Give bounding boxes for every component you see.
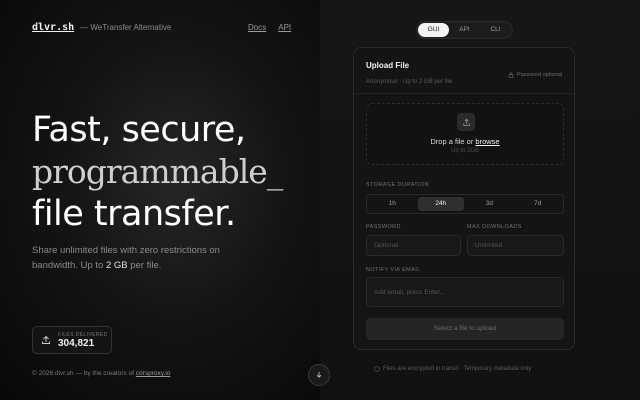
upload-title: Upload File (366, 61, 410, 70)
notify-email-label: NOTIFY VIA EMAIL (366, 267, 421, 273)
upload-arrow-icon (42, 335, 50, 344)
password-input[interactable] (366, 235, 461, 256)
nav-docs-link[interactable]: Docs (248, 23, 266, 32)
stat-label: FILES DELIVERED (58, 331, 108, 338)
tab-gui[interactable]: GUI (418, 23, 449, 37)
brand-logo[interactable]: dlvr.sh (32, 22, 74, 33)
drop-limit: Up to 2GB (450, 148, 479, 154)
footer-text: © 2026 dlvr.sh — by the creators of (32, 370, 136, 377)
hero-line-1: Fast, secure, (32, 110, 246, 150)
password-optional-note: Password optional (508, 72, 562, 78)
password-optional-text: Password optional (517, 72, 562, 78)
duration-3d[interactable]: 3d (466, 197, 513, 211)
hero-cursor: _ (266, 152, 283, 191)
upload-submit-button[interactable]: Select a file to upload (366, 318, 564, 340)
subtitle-suffix: per file. (127, 260, 162, 271)
drop-text: Drop a file or browse (367, 137, 563, 146)
scroll-down-button[interactable] (308, 364, 330, 386)
hero-heading: Fast, secure, programmable_ file transfe… (32, 108, 283, 236)
mode-tabs: GUI API CLI (416, 21, 513, 39)
upload-icon-box (457, 113, 475, 131)
hero-line-2-text: programmable (32, 152, 268, 191)
max-downloads-label: MAX DOWNLOADS (467, 224, 522, 230)
drop-prefix: Drop a file or (430, 137, 476, 146)
hero-subtitle: Share unlimited files with zero restrict… (32, 243, 262, 273)
browse-link[interactable]: browse (475, 137, 499, 146)
subtitle-highlight: 2 GB (105, 260, 128, 271)
shield-icon (374, 366, 380, 372)
upload-meta: Anonymous · Up to 2 GB per file (366, 79, 453, 85)
storage-duration-label: STORAGE DURATION (366, 182, 430, 188)
upload-icon (462, 118, 470, 126)
duration-24h[interactable]: 24h (417, 197, 464, 211)
chevron-down-icon (316, 372, 322, 378)
footer-link[interactable]: corsproxy.io (136, 370, 171, 377)
security-note-text: Files are encrypted in transit · Tempora… (383, 366, 532, 372)
hero-line-3: file transfer. (32, 194, 236, 234)
hero-panel: dlvr.sh — WeTransfer Alternative Docs AP… (0, 0, 320, 400)
tab-api[interactable]: API (449, 23, 480, 37)
files-delivered-stat: FILES DELIVERED 304,821 (32, 326, 112, 354)
hero-line-2: programmable_ (32, 152, 283, 192)
password-label: PASSWORD (366, 224, 401, 230)
file-drop-zone[interactable]: Drop a file or browse Up to 2GB (366, 103, 564, 165)
stat-value: 304,821 (58, 337, 95, 349)
brand: dlvr.sh — WeTransfer Alternative (32, 22, 171, 33)
duration-1h[interactable]: 1h (369, 197, 416, 211)
tab-cli[interactable]: CLI (480, 23, 511, 37)
duration-7d[interactable]: 7d (515, 197, 562, 211)
card-divider (354, 93, 574, 94)
lock-icon (508, 72, 514, 78)
footer: © 2026 dlvr.sh — by the creators of cors… (32, 370, 170, 377)
brand-tagline: — WeTransfer Alternative (80, 23, 172, 32)
top-nav: Docs API (248, 23, 291, 32)
nav-api-link[interactable]: API (278, 23, 291, 32)
max-downloads-input[interactable] (467, 235, 564, 256)
security-note: Files are encrypted in transit · Tempora… (374, 366, 531, 372)
duration-selector: 1h 24h 3d 7d (366, 194, 564, 214)
notify-email-input[interactable] (366, 277, 564, 307)
upload-card: Upload File Anonymous · Up to 2 GB per f… (353, 47, 575, 350)
